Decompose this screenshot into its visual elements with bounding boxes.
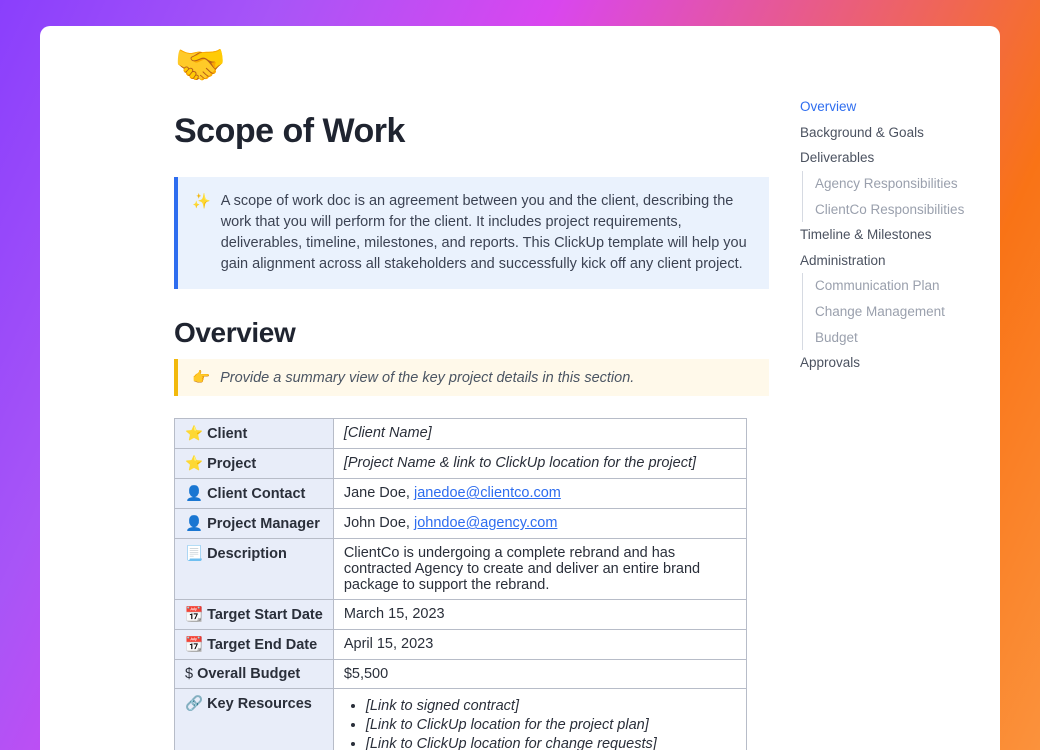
label-project-manager: Project Manager (207, 516, 320, 532)
star-icon: ⭐ (185, 456, 203, 472)
overview-heading: Overview (174, 317, 769, 349)
document-page: 🤝 Scope of Work ✨ A scope of work doc is… (40, 26, 1000, 750)
document-body: 🤝 Scope of Work ✨ A scope of work doc is… (174, 44, 769, 750)
toc-item-budget[interactable]: Budget (815, 325, 980, 351)
resource-link-item[interactable]: [Link to ClickUp location for the projec… (366, 717, 736, 733)
calendar-icon: 📆 (185, 607, 203, 623)
value-target-end: April 15, 2023 (333, 630, 746, 660)
table-row: $Overall Budget $5,500 (175, 660, 747, 689)
intro-callout: ✨ A scope of work doc is an agreement be… (174, 177, 769, 289)
label-key-resources: Key Resources (207, 696, 312, 712)
project-details-table: ⭐Client [Client Name] ⭐Project [Project … (174, 418, 747, 750)
contact-prefix: Jane Doe, (344, 485, 414, 501)
toc-item-agency-responsibilities[interactable]: Agency Responsibilities (815, 171, 980, 197)
overview-hint-callout: 👉 Provide a summary view of the key proj… (174, 359, 769, 396)
table-row: ⭐Project [Project Name & link to ClickUp… (175, 449, 747, 479)
page-icon: 📃 (185, 546, 203, 562)
label-target-start: Target Start Date (207, 607, 323, 623)
toc-item-timeline[interactable]: Timeline & Milestones (800, 222, 980, 248)
sparkles-icon: ✨ (192, 191, 211, 275)
page-emoji-icon[interactable]: 🤝 (174, 44, 769, 86)
toc-item-clientco-responsibilities[interactable]: ClientCo Responsibilities (815, 197, 980, 223)
value-project: [Project Name & link to ClickUp location… (333, 449, 746, 479)
toc-item-administration[interactable]: Administration (800, 248, 980, 274)
dollar-icon: $ (185, 666, 193, 682)
toc-sub-deliverables: Agency Responsibilities ClientCo Respons… (802, 171, 980, 222)
table-row: ⭐Client [Client Name] (175, 419, 747, 449)
pointing-hand-icon: 👉 (192, 369, 210, 386)
table-row: 📃Description ClientCo is undergoing a co… (175, 539, 747, 600)
intro-callout-text: A scope of work doc is an agreement betw… (221, 191, 751, 275)
calendar-icon: 📆 (185, 637, 203, 653)
table-row: 👤Client Contact Jane Doe, janedoe@client… (175, 479, 747, 509)
value-description: ClientCo is undergoing a complete rebran… (333, 539, 746, 600)
table-of-contents: Overview Background & Goals Deliverables… (800, 94, 980, 376)
value-client-contact: Jane Doe, janedoe@clientco.com (333, 479, 746, 509)
label-description: Description (207, 546, 287, 562)
client-contact-email-link[interactable]: janedoe@clientco.com (414, 485, 561, 501)
table-row: 🔗Key Resources [Link to signed contract]… (175, 689, 747, 750)
person-icon: 👤 (185, 486, 203, 502)
value-key-resources: [Link to signed contract] [Link to Click… (333, 689, 746, 750)
person-icon: 👤 (185, 516, 203, 532)
toc-item-change-management[interactable]: Change Management (815, 299, 980, 325)
page-title: Scope of Work (174, 112, 769, 151)
value-client: [Client Name] (333, 419, 746, 449)
label-target-end: Target End Date (207, 637, 317, 653)
resource-link-item[interactable]: [Link to signed contract] (366, 698, 736, 714)
label-project: Project (207, 456, 256, 472)
label-overall-budget: Overall Budget (197, 666, 300, 682)
link-icon: 🔗 (185, 696, 203, 712)
toc-item-overview[interactable]: Overview (800, 94, 980, 120)
table-row: 👤Project Manager John Doe, johndoe@agenc… (175, 509, 747, 539)
value-target-start: March 15, 2023 (333, 600, 746, 630)
overview-hint-text: Provide a summary view of the key projec… (220, 370, 634, 386)
gradient-frame: 🤝 Scope of Work ✨ A scope of work doc is… (0, 0, 1040, 750)
toc-item-deliverables[interactable]: Deliverables (800, 145, 980, 171)
value-overall-budget: $5,500 (333, 660, 746, 689)
label-client-contact: Client Contact (207, 486, 305, 502)
resource-link-item[interactable]: [Link to ClickUp location for change req… (366, 736, 736, 750)
value-project-manager: John Doe, johndoe@agency.com (333, 509, 746, 539)
project-manager-email-link[interactable]: johndoe@agency.com (414, 515, 557, 531)
table-row: 📆Target Start Date March 15, 2023 (175, 600, 747, 630)
label-client: Client (207, 426, 247, 442)
toc-item-background[interactable]: Background & Goals (800, 120, 980, 146)
toc-sub-administration: Communication Plan Change Management Bud… (802, 273, 980, 350)
toc-item-approvals[interactable]: Approvals (800, 350, 980, 376)
toc-item-communication-plan[interactable]: Communication Plan (815, 273, 980, 299)
star-icon: ⭐ (185, 426, 203, 442)
pm-prefix: John Doe, (344, 515, 414, 531)
table-row: 📆Target End Date April 15, 2023 (175, 630, 747, 660)
